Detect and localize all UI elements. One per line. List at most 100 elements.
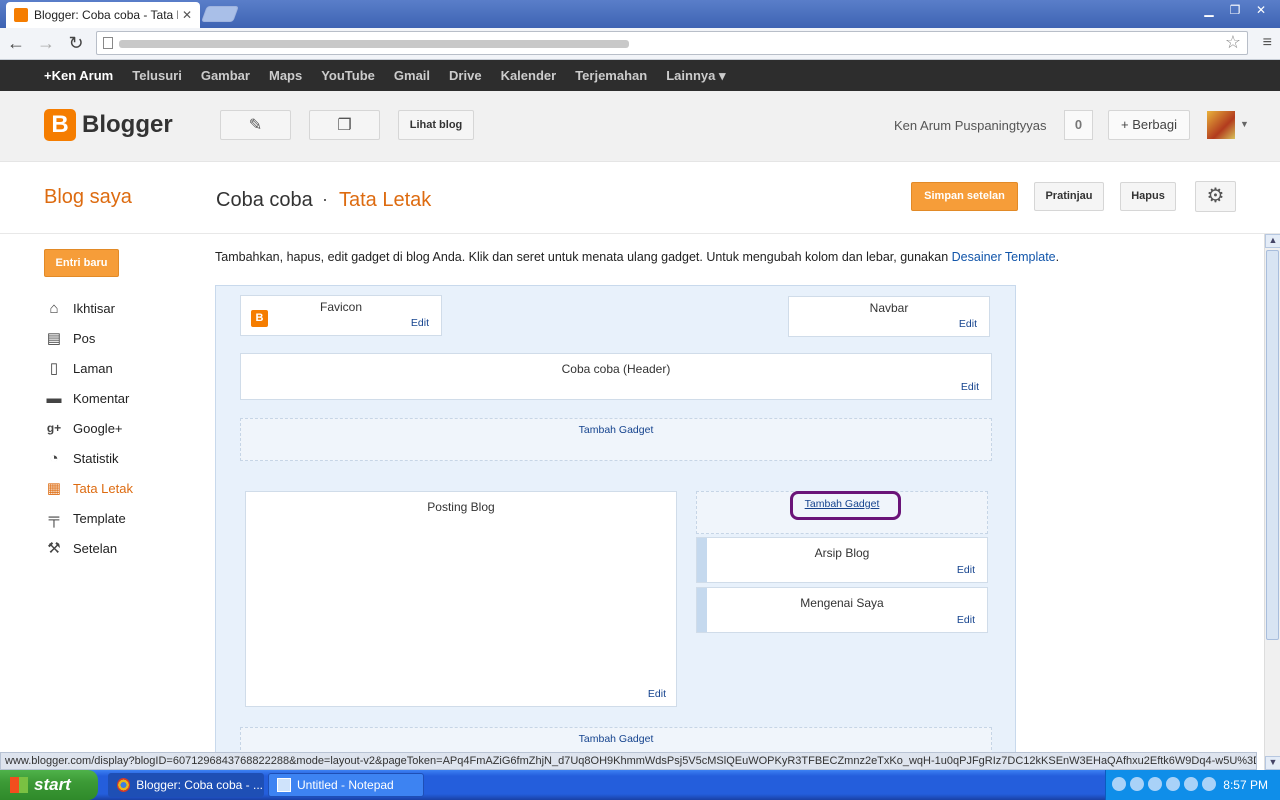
- restore-icon[interactable]: ❐: [1224, 2, 1246, 18]
- clear-button[interactable]: Hapus: [1120, 182, 1176, 211]
- share-button[interactable]: + Berbagi: [1108, 110, 1190, 140]
- sidebar-item-google-plus[interactable]: g+ Google+: [44, 413, 133, 443]
- forward-icon[interactable]: →: [32, 30, 60, 58]
- sidebar-item-label: Ikhtisar: [73, 300, 115, 316]
- tray-app-icon[interactable]: [1202, 777, 1216, 791]
- gbar-item-drive[interactable]: Drive: [449, 68, 482, 83]
- edit-link[interactable]: Edit: [957, 614, 975, 626]
- system-tray: 8:57 PM: [1105, 770, 1280, 800]
- navbar-gadget[interactable]: Navbar Edit: [788, 296, 990, 337]
- gbar-item-images[interactable]: Gambar: [201, 68, 250, 83]
- blogger-logo[interactable]: B Blogger: [44, 109, 173, 141]
- avatar[interactable]: [1207, 111, 1235, 139]
- stats-icon: ◔: [49, 449, 59, 467]
- blog-name: Coba coba: [216, 189, 313, 211]
- close-window-icon[interactable]: ✕: [1250, 2, 1272, 18]
- gbar-item-profile[interactable]: +Ken Arum: [44, 68, 113, 83]
- gbar-item-youtube[interactable]: YouTube: [321, 68, 375, 83]
- gbar-item-gmail[interactable]: Gmail: [394, 68, 430, 83]
- chevron-down-icon[interactable]: ▼: [1240, 119, 1249, 129]
- user-name[interactable]: Ken Arum Puspaningtyyas: [894, 118, 1046, 133]
- posts-list-button[interactable]: ❐: [309, 110, 380, 140]
- layout-icon: ▦: [46, 480, 62, 497]
- close-tab-icon[interactable]: ✕: [182, 8, 192, 22]
- browser-tab[interactable]: Blogger: Coba coba - Tata Le ✕: [6, 2, 200, 28]
- drag-handle[interactable]: [697, 588, 707, 632]
- taskbar-item-notepad[interactable]: Untitled - Notepad: [268, 773, 424, 797]
- scroll-up-icon[interactable]: ▲: [1265, 234, 1280, 248]
- blog-archive-gadget[interactable]: Arsip Blog Edit: [696, 537, 988, 583]
- scroll-down-icon[interactable]: ▼: [1265, 756, 1280, 770]
- address-bar[interactable]: ☆: [96, 31, 1248, 55]
- new-post-button[interactable]: Entri baru: [44, 249, 119, 277]
- reload-icon[interactable]: ↻: [62, 30, 90, 58]
- sidebar-item-label: Komentar: [73, 390, 130, 406]
- edit-link[interactable]: Edit: [411, 317, 429, 329]
- my-blogs-link[interactable]: Blog saya: [44, 186, 132, 209]
- gbar-item-maps[interactable]: Maps: [269, 68, 302, 83]
- vertical-scrollbar[interactable]: ▲ ▼: [1264, 234, 1280, 770]
- gear-icon[interactable]: ⚙: [1195, 181, 1236, 212]
- favicon-gadget[interactable]: Favicon B Edit: [240, 295, 442, 336]
- preview-button[interactable]: Pratinjau: [1034, 182, 1104, 211]
- scroll-thumb[interactable]: [1266, 250, 1279, 640]
- header-gadget[interactable]: Coba coba (Header) Edit: [240, 353, 992, 400]
- clock[interactable]: 8:57 PM: [1223, 778, 1268, 792]
- comment-icon: ▬: [46, 389, 62, 407]
- gadget-title: Favicon: [319, 300, 363, 314]
- sidebar-item-comments[interactable]: ▬ Komentar: [44, 383, 133, 413]
- add-gadget-link[interactable]: Tambah Gadget: [579, 424, 654, 436]
- sidebar-item-label: Pos: [73, 330, 96, 346]
- browser-menu-icon[interactable]: ≡: [1263, 34, 1272, 52]
- add-gadget-link[interactable]: Tambah Gadget: [579, 733, 654, 745]
- sidebar-item-posts[interactable]: ▤ Pos: [44, 323, 133, 353]
- window-controls: ▁ ❐ ✕: [1198, 2, 1272, 18]
- template-designer-link[interactable]: Desainer Template: [952, 250, 1056, 264]
- drag-handle[interactable]: [697, 538, 707, 582]
- sidebar-item-label: Statistik: [73, 450, 119, 466]
- taskbar-item-chrome[interactable]: Blogger: Coba coba - ...: [108, 773, 264, 797]
- network-icon[interactable]: [1166, 777, 1180, 791]
- edit-link[interactable]: Edit: [648, 688, 666, 700]
- sidebar-item-layout[interactable]: ▦ Tata Letak: [44, 473, 133, 503]
- edit-link[interactable]: Edit: [959, 318, 977, 330]
- sidebar-item-label: Tata Letak: [73, 480, 133, 496]
- volume-icon[interactable]: [1148, 777, 1162, 791]
- sidebar-nav: ⌂ Ikhtisar ▤ Pos ▯ Laman ▬ Komentar g+ G…: [44, 293, 134, 563]
- gbar-item-search[interactable]: Telusuri: [132, 68, 182, 83]
- sidebar-item-label: Laman: [73, 360, 113, 376]
- edit-link[interactable]: Edit: [961, 381, 979, 393]
- gbar-item-translate[interactable]: Terjemahan: [575, 68, 647, 83]
- windows-logo-icon: [10, 777, 28, 793]
- blog-posts-gadget[interactable]: Posting Blog Edit: [245, 491, 677, 707]
- task-label: Blogger: Coba coba - ...: [136, 778, 263, 792]
- tray-app-icon[interactable]: [1130, 777, 1144, 791]
- posts-icon: ▤: [46, 330, 62, 347]
- minimize-icon[interactable]: ▁: [1198, 2, 1220, 18]
- tray-arrow-icon[interactable]: [1112, 777, 1126, 791]
- tray-app-icon[interactable]: [1184, 777, 1198, 791]
- share-label: Berbagi: [1132, 117, 1178, 132]
- back-icon[interactable]: ←: [2, 30, 30, 58]
- sidebar-item-pages[interactable]: ▯ Laman: [44, 353, 133, 383]
- view-blog-label: Lihat blog: [409, 119, 463, 131]
- home-icon: ⌂: [49, 299, 59, 317]
- notification-count[interactable]: 0: [1064, 110, 1093, 140]
- save-arrangement-button[interactable]: Simpan setelan: [911, 182, 1018, 211]
- sidebar-item-settings[interactable]: ⚒ Setelan: [44, 533, 133, 563]
- pencil-icon: ✎: [248, 117, 263, 134]
- bookmark-star-icon[interactable]: ☆: [1225, 32, 1241, 53]
- logo-text: Blogger: [82, 111, 173, 138]
- edit-link[interactable]: Edit: [957, 564, 975, 576]
- sidebar-item-stats[interactable]: ◔ Statistik: [44, 443, 133, 473]
- about-me-gadget[interactable]: Mengenai Saya Edit: [696, 587, 988, 633]
- gbar-item-calendar[interactable]: Kalender: [501, 68, 557, 83]
- new-tab-button[interactable]: [201, 6, 239, 22]
- gbar-item-more[interactable]: Lainnya ▾: [666, 68, 725, 84]
- start-button[interactable]: start: [0, 770, 98, 800]
- new-post-pencil-button[interactable]: ✎: [220, 110, 291, 140]
- sidebar-item-overview[interactable]: ⌂ Ikhtisar: [44, 293, 133, 323]
- view-blog-button[interactable]: Lihat blog: [398, 110, 474, 140]
- sidebar-item-template[interactable]: ╤ Template: [44, 503, 133, 533]
- add-gadget-header-area[interactable]: Tambah Gadget: [240, 418, 992, 461]
